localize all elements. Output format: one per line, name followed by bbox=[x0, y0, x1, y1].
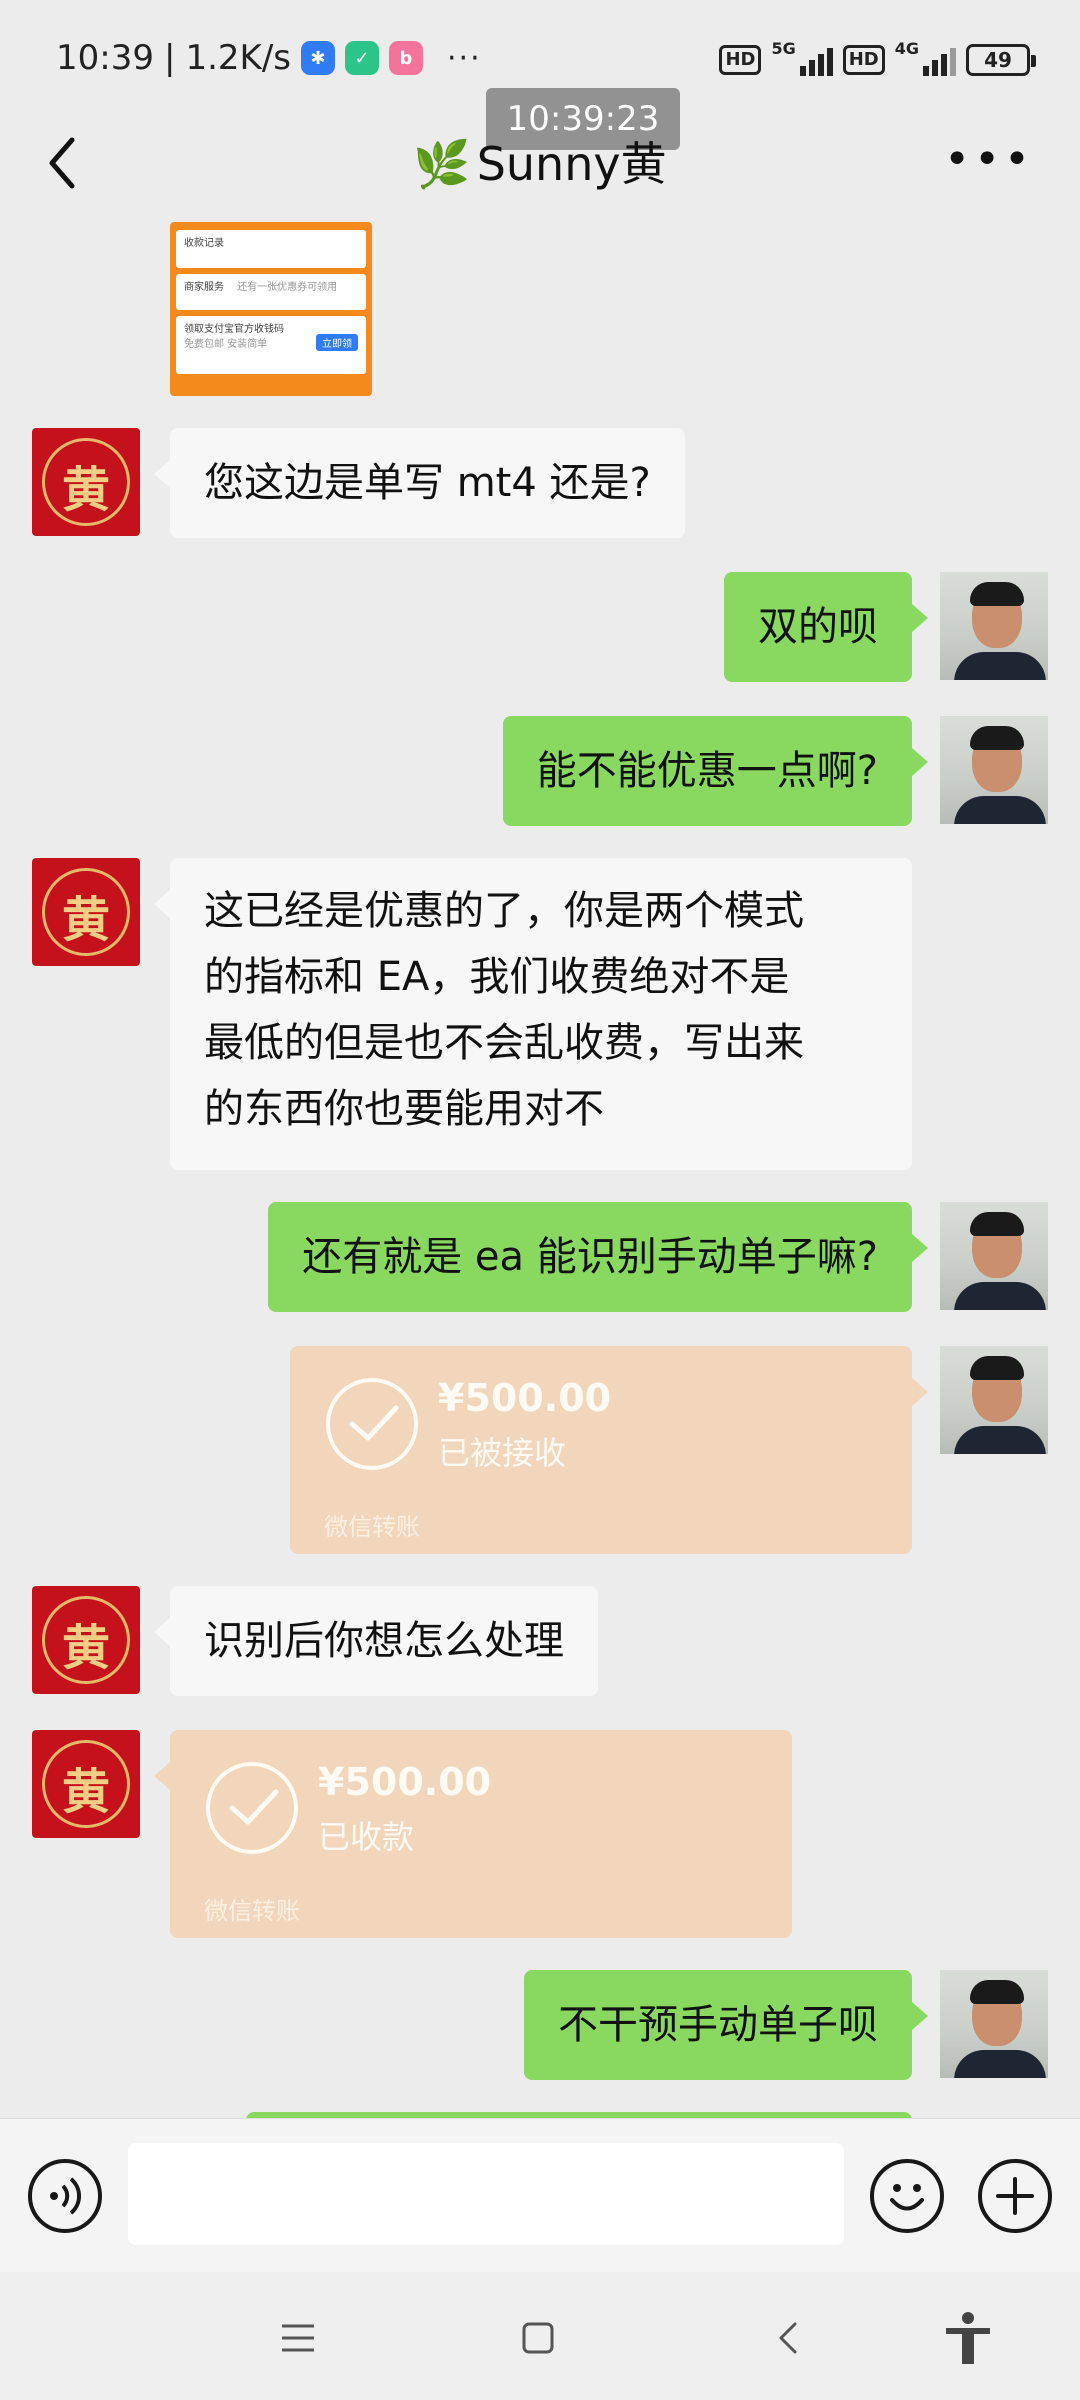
message-bubble[interactable]: 您这边是单写 mt4 还是? bbox=[154, 428, 685, 538]
message-line: 这已经是优惠的了，你是两个模式 bbox=[204, 888, 804, 934]
check-circle-icon bbox=[326, 1378, 418, 1470]
emoji-icon[interactable] bbox=[870, 2159, 944, 2233]
my-avatar[interactable] bbox=[940, 1346, 1048, 1454]
signal-icon bbox=[923, 44, 956, 76]
plus-icon[interactable] bbox=[978, 2159, 1052, 2233]
menu-icon[interactable] bbox=[268, 2308, 328, 2368]
message-bubble[interactable]: 识别后你想怎么处理 bbox=[154, 1586, 598, 1696]
hd-badge: HD bbox=[842, 45, 885, 75]
transfer-status: 已收款 bbox=[318, 1818, 415, 1856]
contact-avatar[interactable]: 黄 bbox=[32, 428, 140, 536]
more-horizontal-icon[interactable]: ••• bbox=[944, 138, 1034, 182]
contact-name: Sunny黄 bbox=[476, 137, 667, 191]
transfer-label: 微信转账 bbox=[324, 1513, 420, 1541]
message-input[interactable] bbox=[128, 2143, 844, 2245]
my-avatar[interactable] bbox=[940, 1970, 1048, 2078]
input-bar bbox=[0, 2118, 1080, 2272]
check-circle-icon bbox=[206, 1762, 298, 1854]
status-right: HD 5G HD 4G 49 bbox=[719, 39, 1036, 76]
message-bubble[interactable]: 这已经是优惠的了，你是两个模式 的指标和 EA，我们收费绝对不是 最低的但是也不… bbox=[154, 858, 912, 1170]
message-bubble[interactable]: 不干预手动单子呗 bbox=[524, 1970, 928, 2080]
shared-screenshot-image[interactable]: 收款记录 商家服务 还有一张优惠券可领用 领取支付宝官方收钱码 免费包邮 安装简… bbox=[170, 222, 372, 396]
screenshot-row: 收款记录 bbox=[176, 230, 366, 268]
screenshot-row: 领取支付宝官方收钱码 免费包邮 安装简单 立即领 bbox=[176, 316, 366, 374]
app-notification-icon: ✱ bbox=[301, 41, 335, 75]
message-bubble[interactable]: 还有就是 ea 能识别手动单子嘛? bbox=[268, 1202, 928, 1312]
home-square-icon[interactable] bbox=[508, 2308, 568, 2368]
accessibility-icon[interactable] bbox=[938, 2308, 998, 2368]
my-avatar[interactable] bbox=[940, 1202, 1048, 1310]
network-type: 5G bbox=[771, 38, 796, 58]
transfer-amount: ¥500.00 bbox=[318, 1760, 492, 1804]
clock: 10:39 bbox=[56, 38, 154, 78]
status-left: 10:39 | 1.2K/s ✱ ✓ b ··· bbox=[56, 38, 482, 78]
signal-icon bbox=[799, 44, 833, 76]
message-line: 的指标和 EA，我们收费绝对不是 bbox=[204, 954, 790, 1000]
contact-avatar[interactable]: 黄 bbox=[32, 1730, 140, 1838]
chat-title: 🌿 Sunny黄 bbox=[0, 128, 1080, 194]
my-avatar[interactable] bbox=[940, 716, 1048, 824]
message-line: 最低的但是也不会乱收费，写出来 bbox=[204, 1020, 804, 1066]
message-bubble[interactable]: 双的呗 bbox=[724, 572, 928, 682]
hd-badge: HD bbox=[719, 45, 762, 75]
contact-avatar[interactable]: 黄 bbox=[32, 1586, 140, 1694]
voice-icon[interactable] bbox=[28, 2159, 102, 2233]
my-avatar[interactable] bbox=[940, 572, 1048, 680]
battery-icon: 49 bbox=[966, 44, 1036, 76]
leaf-emoji-icon: 🌿 bbox=[413, 137, 471, 191]
network-type: 4G bbox=[894, 38, 919, 58]
message-line: 的东西你也要能用对不 bbox=[204, 1086, 604, 1132]
back-triangle-icon[interactable] bbox=[758, 2308, 818, 2368]
screenshot-row: 商家服务 还有一张优惠券可领用 bbox=[176, 274, 366, 310]
separator: | bbox=[163, 38, 176, 78]
transfer-card[interactable]: ¥500.00 已被接收 微信转账 bbox=[290, 1346, 928, 1554]
bilibili-app-icon: b bbox=[389, 41, 423, 75]
security-app-icon: ✓ bbox=[345, 41, 379, 75]
transfer-label: 微信转账 bbox=[204, 1897, 300, 1925]
navigation-bar bbox=[0, 2272, 1080, 2400]
message-bubble[interactable]: 能不能优惠一点啊? bbox=[502, 716, 929, 826]
contact-avatar[interactable]: 黄 bbox=[32, 858, 140, 966]
more-notifications-icon: ··· bbox=[447, 40, 482, 76]
network-speed: 1.2K/s bbox=[185, 38, 291, 78]
transfer-amount: ¥500.00 bbox=[438, 1376, 612, 1420]
transfer-card[interactable]: ¥500.00 已收款 微信转账 bbox=[154, 1730, 792, 1938]
transfer-status: 已被接收 bbox=[438, 1434, 567, 1472]
